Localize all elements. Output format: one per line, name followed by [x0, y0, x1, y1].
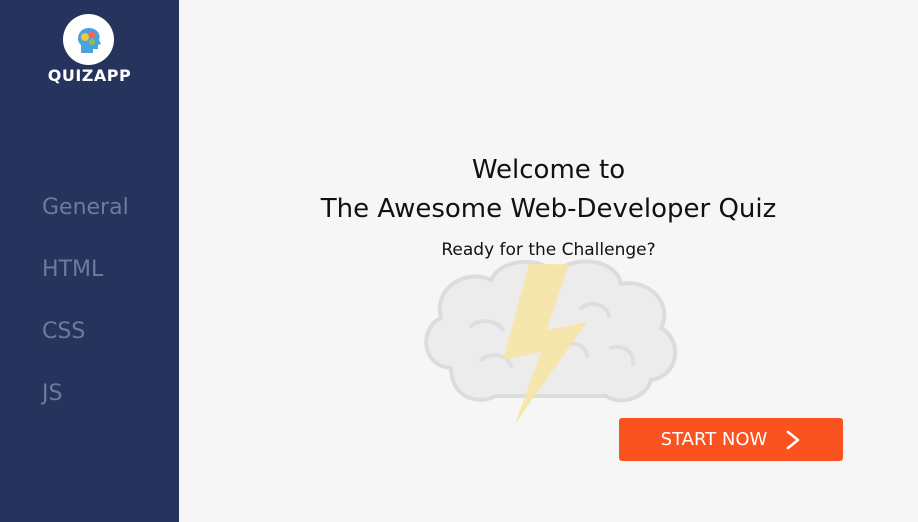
sidebar-item-js[interactable]: JS	[42, 379, 129, 441]
brand-name: QUIZAPP	[47, 66, 132, 85]
start-now-button[interactable]: START NOW	[619, 418, 843, 461]
sidebar-item-general[interactable]: General	[42, 193, 129, 255]
brain-head-icon	[77, 27, 101, 53]
start-now-label: START NOW	[660, 429, 768, 450]
chevron-right-icon	[785, 430, 801, 450]
main-panel: Welcome to The Awesome Web-Developer Qui…	[179, 0, 918, 522]
quiz-title: The Awesome Web-Developer Quiz	[320, 194, 777, 224]
app-window: QUIZAPP General HTML CSS JS Welcome to T…	[0, 0, 918, 522]
sidebar-item-html[interactable]: HTML	[42, 255, 129, 317]
sidebar-item-css[interactable]: CSS	[42, 317, 129, 379]
sidebar: QUIZAPP General HTML CSS JS	[0, 0, 179, 522]
challenge-subtitle: Ready for the Challenge?	[441, 240, 656, 260]
welcome-heading: Welcome to	[471, 155, 626, 185]
logo[interactable]	[63, 14, 114, 65]
category-nav: General HTML CSS JS	[42, 193, 129, 441]
brain-lightning-icon	[424, 259, 678, 424]
